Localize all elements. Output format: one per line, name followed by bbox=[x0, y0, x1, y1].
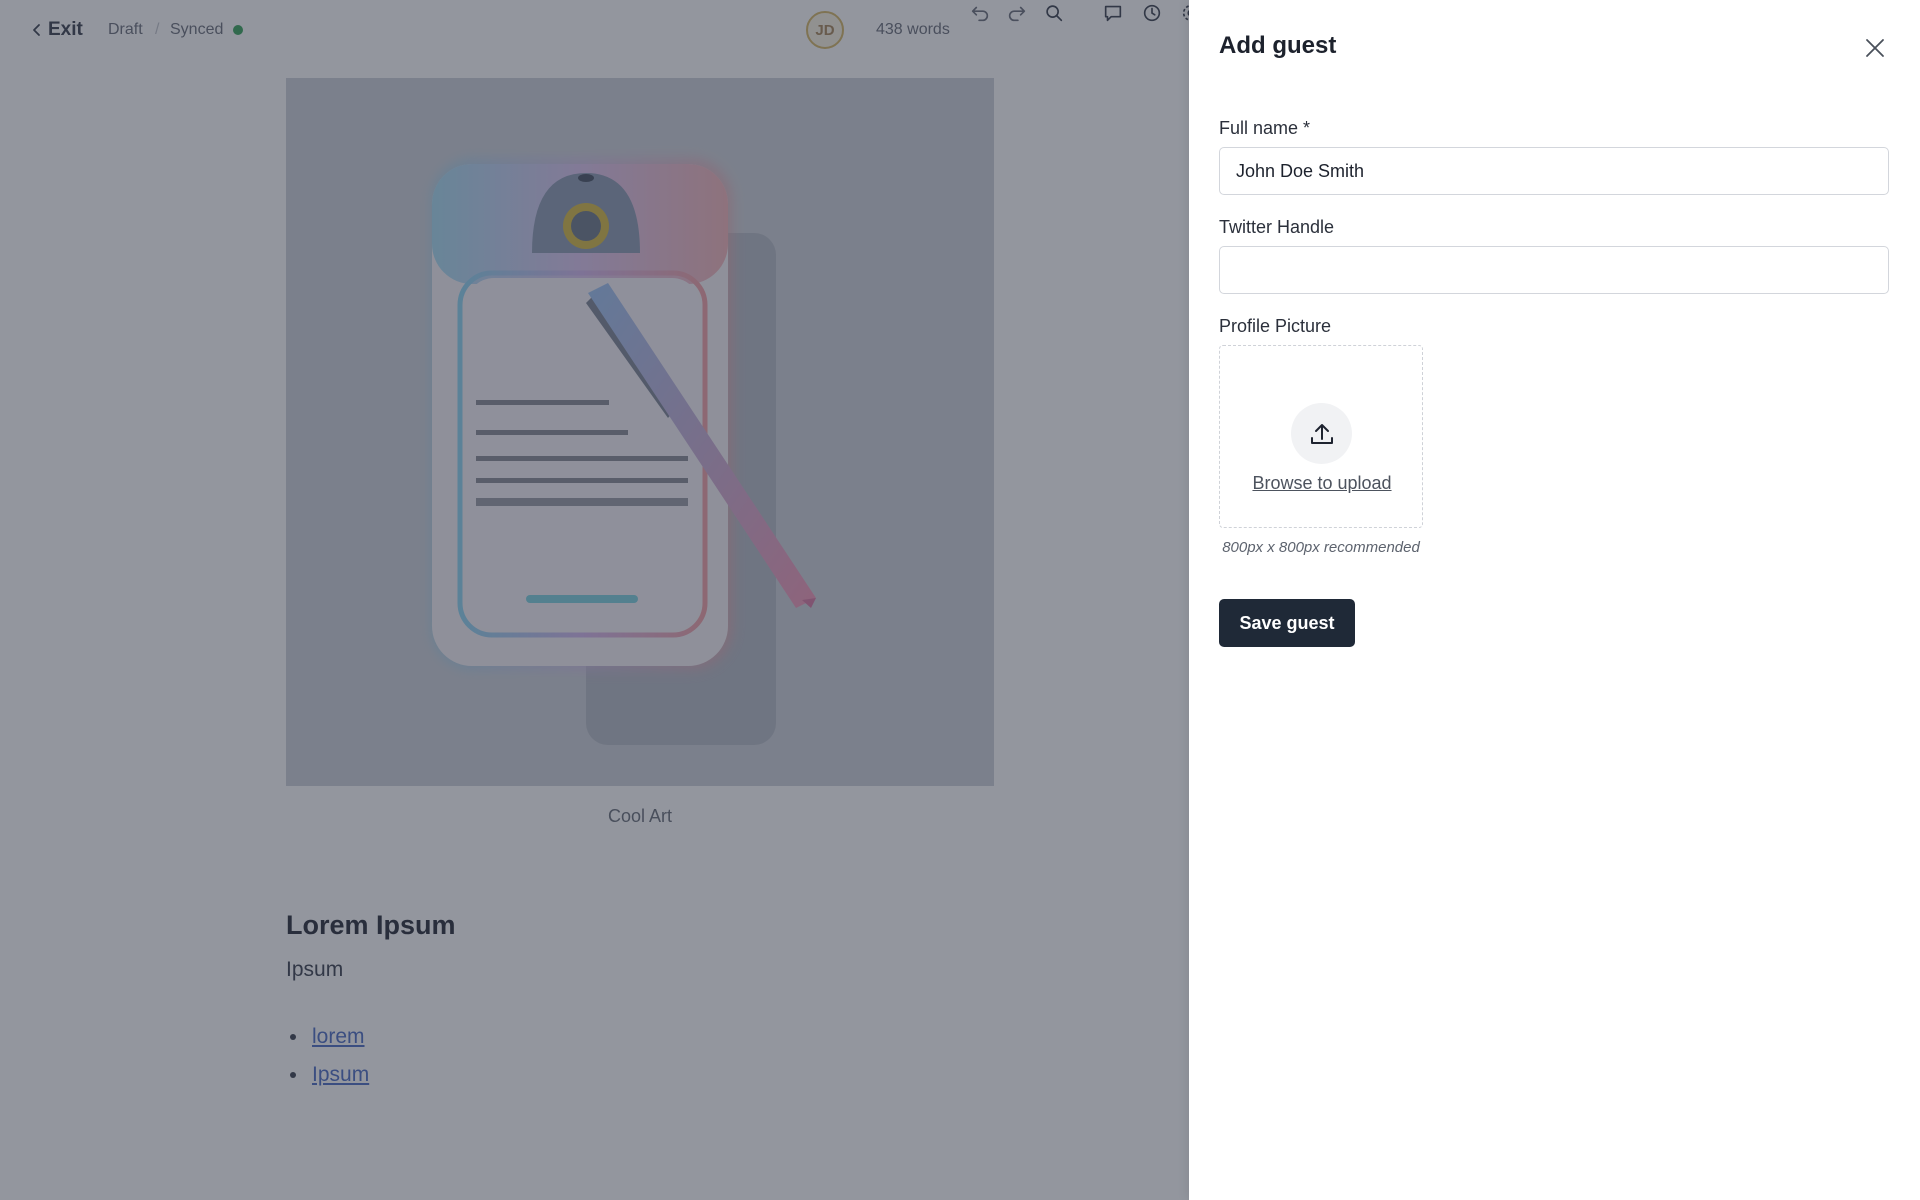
upload-hint: 800px x 800px recommended bbox=[1222, 539, 1420, 556]
twitter-handle-label: Twitter Handle bbox=[1219, 217, 1335, 237]
full-name-label: Full name * bbox=[1219, 118, 1311, 138]
close-button[interactable] bbox=[1861, 34, 1889, 62]
close-icon bbox=[1866, 39, 1884, 57]
drawer-title: Add guest bbox=[1219, 32, 1337, 59]
upload-icon-circle bbox=[1291, 403, 1352, 464]
save-guest-button[interactable]: Save guest bbox=[1219, 599, 1355, 647]
add-guest-drawer: Add guest Full name * Twitter Handle Pro… bbox=[1189, 0, 1920, 1200]
profile-picture-label: Profile Picture bbox=[1219, 316, 1332, 336]
profile-picture-dropzone[interactable]: Browse to upload bbox=[1219, 345, 1423, 528]
upload-icon bbox=[1310, 423, 1333, 444]
full-name-input[interactable] bbox=[1219, 147, 1889, 195]
browse-upload-link[interactable]: Browse to upload bbox=[1220, 473, 1422, 494]
twitter-handle-input[interactable] bbox=[1219, 246, 1889, 294]
